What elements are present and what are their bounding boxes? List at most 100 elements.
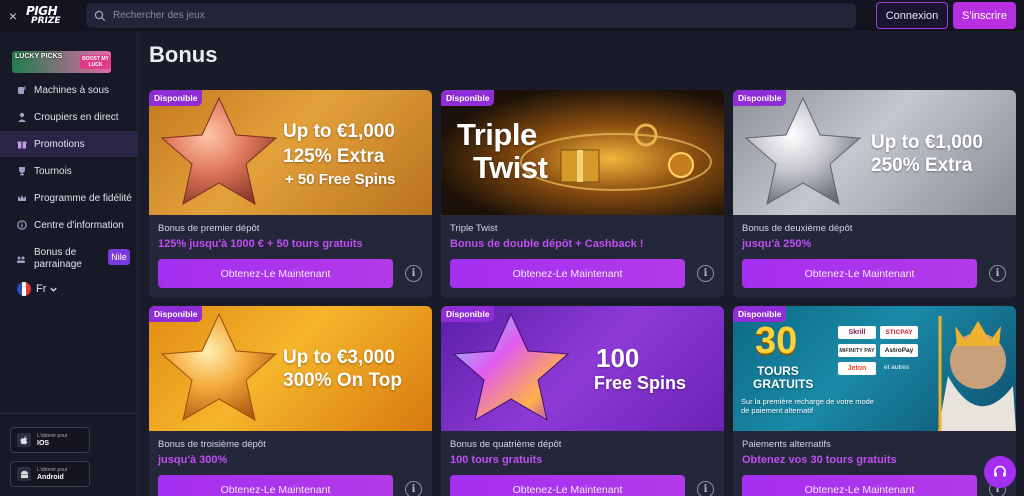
bonus-subtitle: Paiements alternatifs	[742, 439, 831, 450]
logo[interactable]: PIGH PRIZE	[26, 3, 80, 29]
sidebar-divider	[0, 413, 138, 414]
sidebar-item-loyalty[interactable]: Programme de fidélité	[0, 185, 138, 211]
claim-button[interactable]: Obtenez-Le Maintenant	[450, 475, 685, 496]
bonus-card-triple-twist: Triple Twist Disponible Triple Twist Bon…	[441, 90, 724, 298]
card-image-line-2: TOURS	[757, 364, 799, 378]
bonus-offer: 100 tours gratuits	[450, 454, 543, 466]
availability-badge: Disponible	[441, 306, 495, 322]
sidebar-item-slots[interactable]: Machines à sous	[0, 77, 138, 103]
bonus-card-image: 30 TOURS GRATUITS Sur la première rechar…	[733, 306, 1016, 431]
android-app-top: L'obtenir pour	[37, 467, 68, 473]
referral-label: Bonus de parrainage	[34, 247, 82, 271]
claim-button[interactable]: Obtenez-Le Maintenant	[742, 259, 977, 288]
language-label: Fr	[36, 283, 47, 295]
users-icon	[16, 253, 28, 265]
trophy-icon	[16, 165, 28, 177]
sidebar-item-promotions[interactable]: Promotions	[0, 131, 138, 157]
bonus-subtitle: Triple Twist	[450, 223, 498, 234]
ios-app-top: L'obtenir pour	[37, 433, 68, 439]
card-image-line-1: Triple	[457, 117, 537, 152]
claim-button[interactable]: Obtenez-Le Maintenant	[450, 259, 685, 288]
info-icon[interactable]: i	[405, 481, 422, 496]
apple-icon	[17, 433, 31, 447]
card-image-line-2: 300% On Top	[283, 370, 402, 391]
bonus-subtitle: Bonus de quatrième dépôt	[450, 439, 562, 450]
sidebar-item-tournaments[interactable]: Tournois	[0, 158, 138, 184]
card-image-line-2: 125% Extra	[283, 146, 385, 167]
search-input[interactable]	[113, 10, 813, 21]
referral-line-2: parrainage	[34, 259, 82, 270]
bonus-subtitle: Bonus de premier dépôt	[158, 223, 260, 234]
provider-logo: Skrill	[838, 326, 876, 339]
provider-more: et autres	[884, 364, 910, 371]
search-bar[interactable]	[86, 3, 856, 28]
ios-app-button[interactable]: L'obtenir pour IOS	[10, 427, 90, 453]
claim-button[interactable]: Obtenez-Le Maintenant	[158, 475, 393, 496]
card-image-line-1: Up to €1,000	[283, 121, 395, 142]
dealer-icon	[16, 111, 28, 123]
language-selector[interactable]: Fr	[17, 282, 58, 296]
card-image-line-2: 250% Extra	[871, 155, 973, 176]
bonus-offer: 125% jusqu'à 1000 € + 50 tours gratuits	[158, 238, 363, 250]
card-image-line-3: + 50 Free Spins	[285, 171, 396, 188]
bonus-card-alternative-payments: 30 TOURS GRATUITS Sur la première rechar…	[733, 306, 1016, 496]
slot-machine-icon	[16, 84, 28, 96]
bonus-card-second-deposit: Up to €1,000 250% Extra Disponible Bonus…	[733, 90, 1016, 298]
page-title: Bonus	[149, 42, 218, 67]
availability-badge: Disponible	[733, 90, 787, 106]
availability-badge: Disponible	[733, 306, 787, 322]
bonus-offer: jusqu'à 250%	[742, 238, 812, 250]
gift-icon	[16, 138, 28, 150]
info-icon[interactable]: i	[697, 481, 714, 496]
chevron-down-icon	[50, 287, 58, 292]
android-app-text: L'obtenir pour Android	[37, 467, 67, 481]
sidebar-item-info-center[interactable]: Centre d'information	[0, 212, 138, 238]
card-image-line-1: 30	[755, 320, 798, 362]
provider-logo: MiFINITY PAY	[838, 344, 876, 357]
info-icon[interactable]: i	[989, 265, 1006, 282]
bonus-offer: Obtenez vos 30 tours gratuits	[742, 454, 897, 466]
banner-title: LUCKY PICKS	[15, 53, 63, 60]
card-image-line-1: Up to €1,000	[871, 132, 983, 153]
sidebar-item-label: Promotions	[34, 138, 85, 150]
bonus-subtitle: Bonus de troisième dépôt	[158, 439, 266, 450]
sidebar-item-label: Programme de fidélité	[34, 192, 132, 204]
android-app-button[interactable]: L'obtenir pour Android	[10, 461, 90, 487]
bonus-card-image: Up to €1,000 250% Extra	[733, 90, 1016, 215]
france-flag-icon	[17, 282, 31, 296]
banner-cta: BOOST MY LUCK	[80, 55, 111, 69]
provider-logo: AstroPay	[880, 344, 918, 357]
crown-icon	[16, 192, 28, 204]
claim-button[interactable]: Obtenez-Le Maintenant	[158, 259, 393, 288]
sidebar: LUCKY PICKS BOOST MY LUCK Machines à sou…	[0, 31, 138, 496]
bonus-card-image: Triple Twist	[441, 90, 724, 215]
availability-badge: Disponible	[149, 90, 203, 106]
lucky-picks-banner[interactable]: LUCKY PICKS BOOST MY LUCK	[12, 51, 111, 73]
referral-badge: Nile	[108, 249, 130, 265]
claim-button[interactable]: Obtenez-Le Maintenant	[742, 475, 977, 496]
star-icon	[452, 312, 570, 422]
signup-button[interactable]: S'inscrire	[953, 2, 1016, 29]
support-chat-button[interactable]	[984, 456, 1016, 488]
provider-logo: STICPAY	[880, 326, 918, 339]
info-icon	[16, 219, 28, 231]
card-image-line-3: GRATUITS	[753, 377, 814, 391]
search-icon	[94, 10, 106, 21]
ios-app-name: IOS	[37, 440, 50, 447]
bonus-card-image: Up to €3,000 300% On Top	[149, 306, 432, 431]
card-image-line-5: de paiement alternatif	[741, 406, 814, 415]
info-icon[interactable]: i	[405, 265, 422, 282]
sidebar-item-label: Tournois	[34, 165, 72, 177]
close-icon[interactable]: ×	[0, 8, 26, 24]
bonus-offer: Bonus de double dépôt + Cashback !	[450, 238, 644, 250]
ios-app-text: L'obtenir pour IOS	[37, 433, 67, 447]
referral-line-1: Bonus de	[34, 247, 77, 258]
sidebar-item-label: Centre d'information	[34, 219, 124, 231]
login-button[interactable]: Connexion	[876, 2, 948, 29]
sidebar-item-live-dealers[interactable]: Croupiers en direct	[0, 104, 138, 130]
bonus-card-image: Up to €1,000 125% Extra + 50 Free Spins	[149, 90, 432, 215]
bonus-card-image: 100 Free Spins	[441, 306, 724, 431]
bonus-card-third-deposit: Up to €3,000 300% On Top Disponible Bonu…	[149, 306, 432, 496]
info-icon[interactable]: i	[697, 265, 714, 282]
android-icon	[17, 467, 31, 481]
